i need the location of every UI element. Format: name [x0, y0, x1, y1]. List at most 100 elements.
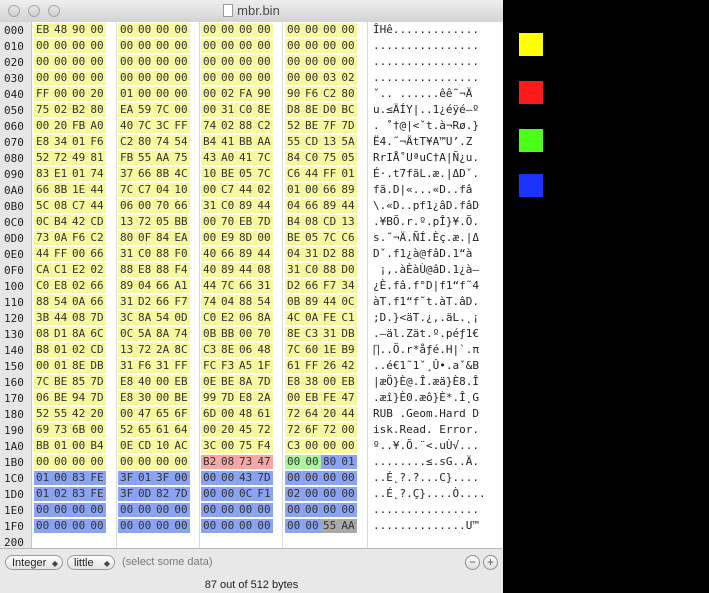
hex-byte[interactable]: FE — [88, 471, 106, 485]
hex-byte[interactable]: 90 — [285, 87, 303, 101]
hex-byte[interactable]: 43 — [237, 471, 255, 485]
hex-byte[interactable]: 52 — [34, 407, 52, 421]
hex-byte[interactable]: 7C — [136, 119, 154, 133]
hex-byte[interactable]: 42 — [70, 407, 88, 421]
hex-byte[interactable]: 00 — [201, 39, 219, 53]
hex-byte[interactable]: CD — [136, 439, 154, 453]
hex-byte[interactable]: 54 — [172, 135, 190, 149]
hex-byte[interactable]: 00 — [136, 503, 154, 517]
hex-byte[interactable]: 80 — [339, 87, 357, 101]
hex-byte[interactable]: 00 — [88, 423, 106, 437]
hex-byte[interactable]: EB — [303, 391, 321, 405]
hex-byte[interactable]: 5A — [339, 135, 357, 149]
hex-byte[interactable]: 75 — [237, 439, 255, 453]
hex-byte[interactable]: 66 — [321, 183, 339, 197]
hex-byte[interactable]: 00 — [52, 471, 70, 485]
hex-byte[interactable]: 80 — [118, 231, 136, 245]
hex-byte[interactable]: 88 — [34, 295, 52, 309]
hex-byte[interactable]: 8E — [255, 103, 273, 117]
hex-byte[interactable]: 02 — [285, 487, 303, 501]
hex-byte[interactable]: BB — [237, 135, 255, 149]
hex-byte[interactable]: 7C — [285, 343, 303, 357]
hex-byte[interactable]: 61 — [285, 359, 303, 373]
hex-byte[interactable]: B4 — [201, 135, 219, 149]
hex-byte[interactable]: 74 — [172, 327, 190, 341]
hex-byte[interactable]: 00 — [339, 423, 357, 437]
hex-byte[interactable]: 00 — [52, 519, 70, 533]
hex-byte[interactable]: C0 — [303, 151, 321, 165]
hex-byte[interactable]: F7 — [321, 279, 339, 293]
hex-byte[interactable]: 44 — [88, 199, 106, 213]
hex-byte[interactable]: 73 — [34, 231, 52, 245]
hex-byte[interactable]: 80 — [88, 103, 106, 117]
hex-byte[interactable]: C2 — [321, 87, 339, 101]
hex-byte[interactable]: 00 — [172, 503, 190, 517]
hex-byte[interactable]: 82 — [154, 487, 172, 501]
hex-byte[interactable]: 0A — [52, 231, 70, 245]
ascii-text[interactable]: Dˇ.f1¿à@fâD.1“à — [373, 247, 472, 261]
hex-byte[interactable]: EB — [339, 375, 357, 389]
hex-byte[interactable]: 00 — [172, 87, 190, 101]
hex-byte[interactable]: 00 — [172, 519, 190, 533]
ascii-text[interactable]: ..............U™ — [373, 519, 479, 533]
hex-byte[interactable]: 00 — [339, 487, 357, 501]
hex-byte[interactable]: 04 — [285, 199, 303, 213]
hex-byte[interactable]: 01 — [136, 471, 154, 485]
hex-byte[interactable]: 02 — [339, 71, 357, 85]
hex-byte[interactable]: 13 — [321, 135, 339, 149]
ascii-text[interactable]: .æî}È0.æô}È*.Î˛G — [373, 391, 479, 405]
hex-byte[interactable]: 00 — [285, 455, 303, 469]
hex-byte[interactable]: 05 — [154, 215, 172, 229]
hex-byte[interactable]: 3F — [118, 471, 136, 485]
hex-byte[interactable]: 66 — [88, 279, 106, 293]
hex-byte[interactable]: 00 — [136, 455, 154, 469]
hex-byte[interactable]: 00 — [237, 503, 255, 517]
hex-byte[interactable]: 88 — [339, 247, 357, 261]
hex-byte[interactable]: 1F — [255, 359, 273, 373]
hex-byte[interactable]: B4 — [88, 439, 106, 453]
hex-byte[interactable]: 66 — [154, 295, 172, 309]
hex-byte[interactable]: 00 — [219, 55, 237, 69]
hex-byte[interactable]: 84 — [285, 151, 303, 165]
hex-byte[interactable]: E2 — [219, 311, 237, 325]
hex-byte[interactable]: 00 — [201, 423, 219, 437]
ascii-text[interactable]: ................ — [373, 503, 479, 517]
hex-byte[interactable]: 7D — [219, 391, 237, 405]
hex-byte[interactable]: 00 — [118, 503, 136, 517]
hex-byte[interactable]: 00 — [219, 407, 237, 421]
hex-byte[interactable]: DB — [339, 327, 357, 341]
hex-byte[interactable]: 00 — [285, 23, 303, 37]
hex-byte[interactable]: 81 — [88, 151, 106, 165]
hex-byte[interactable]: 00 — [303, 39, 321, 53]
hex-byte[interactable]: 72 — [285, 407, 303, 421]
hex-byte[interactable]: 43 — [201, 151, 219, 165]
hex-view[interactable]: 000 EB 48 90 00 00 00 00 00 00 00 00 00 00 00 00 00 ÎHê..… — [0, 22, 503, 549]
hex-byte[interactable]: 00 — [154, 71, 172, 85]
hex-byte[interactable]: 31 — [321, 327, 339, 341]
hex-byte[interactable]: 80 — [321, 455, 339, 469]
hex-byte[interactable]: 0D — [136, 487, 154, 501]
remove-button[interactable]: − — [465, 555, 480, 570]
hex-byte[interactable]: 00 — [118, 39, 136, 53]
hex-byte[interactable]: 00 — [303, 519, 321, 533]
hex-byte[interactable]: E2 — [70, 263, 88, 277]
hex-byte[interactable]: 00 — [34, 119, 52, 133]
hex-byte[interactable]: 08 — [34, 327, 52, 341]
hex-byte[interactable]: 0C — [118, 327, 136, 341]
hex-byte[interactable]: 80 — [136, 135, 154, 149]
hex-byte[interactable]: D0 — [339, 263, 357, 277]
hex-byte[interactable]: 01 — [70, 167, 88, 181]
hex-byte[interactable]: B4 — [285, 215, 303, 229]
hex-byte[interactable]: 89 — [237, 199, 255, 213]
hex-byte[interactable]: 00 — [201, 487, 219, 501]
hex-byte[interactable]: 8D — [237, 231, 255, 245]
hex-byte[interactable]: 00 — [154, 23, 172, 37]
hex-byte[interactable]: 00 — [136, 71, 154, 85]
hex-byte[interactable]: 00 — [154, 87, 172, 101]
hex-byte[interactable]: F4 — [255, 439, 273, 453]
hex-byte[interactable]: 00 — [339, 23, 357, 37]
hex-byte[interactable]: 00 — [70, 455, 88, 469]
hex-byte[interactable]: 00 — [237, 71, 255, 85]
hex-byte[interactable]: 06 — [118, 199, 136, 213]
hex-byte[interactable]: 72 — [136, 343, 154, 357]
